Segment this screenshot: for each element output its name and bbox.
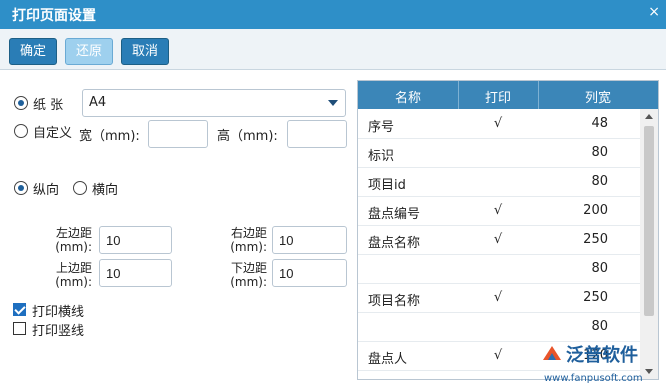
custom-radio[interactable] bbox=[14, 124, 28, 138]
dialog-titlebar: 打印页面设置 × bbox=[0, 0, 666, 29]
grid-header: 名称 打印 列宽 bbox=[358, 81, 658, 109]
landscape-radio[interactable] bbox=[73, 181, 87, 195]
right-margin-input[interactable] bbox=[272, 226, 347, 254]
table-row[interactable]: 盘点编号 √ 200 bbox=[358, 197, 640, 226]
fanpu-logo-icon bbox=[543, 346, 561, 360]
top-margin-label: 上边距 (mm): bbox=[55, 261, 92, 289]
paper-label: 纸 张 bbox=[33, 98, 64, 113]
header-width[interactable]: 列宽 bbox=[538, 87, 658, 106]
arrow-up-icon[interactable] bbox=[645, 114, 653, 119]
table-row[interactable]: 盘点名称 √ 250 bbox=[358, 226, 640, 255]
bottom-margin-label: 下边距 (mm): bbox=[230, 261, 267, 289]
left-margin-input[interactable] bbox=[99, 226, 172, 254]
column-grid: 名称 打印 列宽 序号 √ 48 标识 80 项目id 80 盘点编号 √ 200 盘点名称… bbox=[357, 80, 659, 380]
paper-radio[interactable] bbox=[14, 96, 28, 110]
portrait-label: 纵向 bbox=[33, 183, 60, 198]
print-vertical-label: 打印竖线 bbox=[32, 324, 85, 339]
portrait-radio[interactable] bbox=[14, 181, 28, 195]
width-input[interactable] bbox=[148, 120, 208, 148]
top-margin-input[interactable] bbox=[99, 259, 172, 287]
chevron-down-icon[interactable] bbox=[328, 100, 338, 106]
confirm-button[interactable]: 确定 bbox=[9, 38, 57, 65]
print-horizontal-checkbox[interactable] bbox=[13, 303, 26, 316]
paper-select[interactable]: A4 bbox=[82, 89, 346, 117]
left-margin-label: 左边距 (mm): bbox=[55, 226, 92, 254]
print-horizontal-label: 打印横线 bbox=[32, 305, 85, 320]
toolbar: 确定 还原 取消 bbox=[0, 29, 666, 70]
table-row[interactable]: 项目id 80 bbox=[358, 168, 640, 197]
print-vertical-checkbox[interactable] bbox=[13, 322, 26, 335]
header-print[interactable]: 打印 bbox=[458, 87, 538, 106]
header-name[interactable]: 名称 bbox=[358, 87, 458, 106]
watermark-url: www.fanpusoft.com bbox=[544, 373, 643, 384]
dialog-title: 打印页面设置 bbox=[12, 8, 96, 24]
table-row[interactable]: 80 bbox=[358, 255, 640, 284]
watermark-brand: 泛普软件 bbox=[566, 345, 638, 366]
bottom-margin-input[interactable] bbox=[272, 259, 347, 287]
height-input[interactable] bbox=[287, 120, 347, 148]
cancel-button[interactable]: 取消 bbox=[121, 38, 169, 65]
landscape-label: 横向 bbox=[92, 183, 119, 198]
height-label: 高（mm): bbox=[217, 129, 278, 144]
table-row[interactable]: 标识 80 bbox=[358, 139, 640, 168]
restore-button[interactable]: 还原 bbox=[65, 38, 113, 65]
custom-label: 自定义 bbox=[33, 126, 73, 141]
right-margin-label: 右边距 (mm): bbox=[230, 226, 267, 254]
table-row[interactable]: 项目名称 √ 250 bbox=[358, 284, 640, 313]
width-label: 宽（mm): bbox=[79, 129, 140, 144]
table-row[interactable]: 序号 √ 48 bbox=[358, 110, 640, 139]
scrollbar-thumb[interactable] bbox=[644, 126, 654, 316]
brand-watermark: 泛普软件 www.fanpusoft.com bbox=[536, 338, 664, 388]
close-icon[interactable]: × bbox=[648, 4, 660, 20]
paper-select-value: A4 bbox=[89, 95, 107, 110]
